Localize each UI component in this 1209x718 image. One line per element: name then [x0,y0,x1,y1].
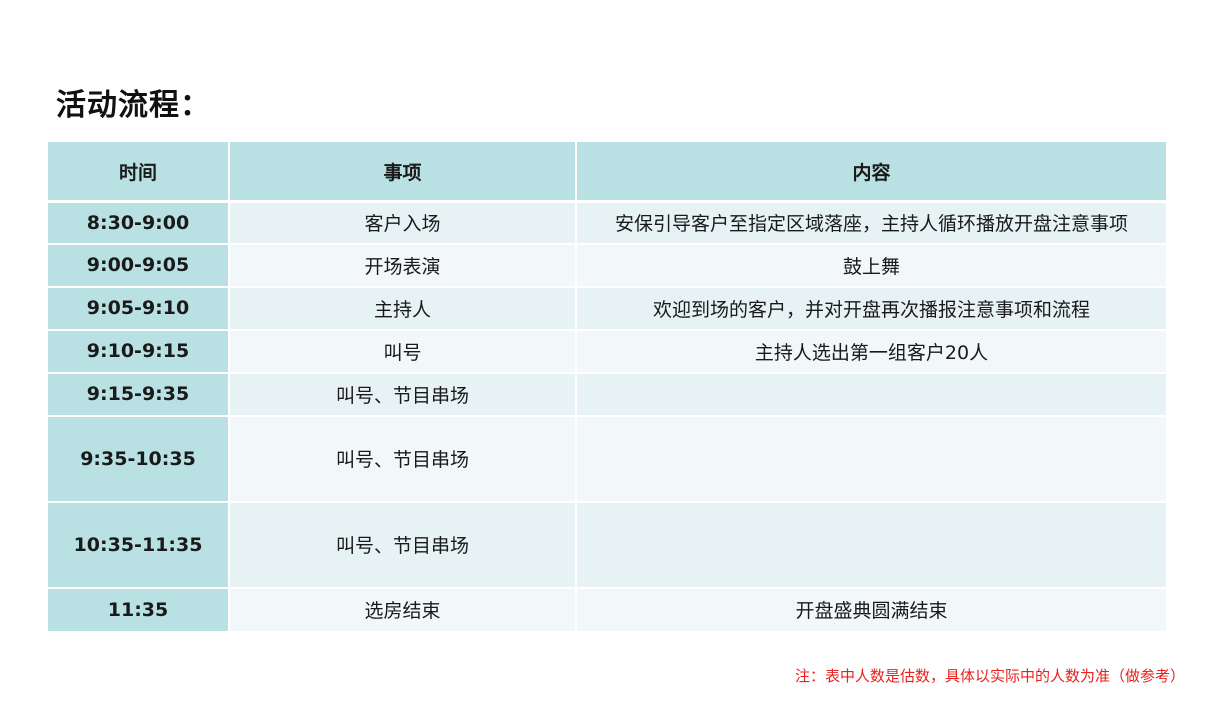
item-cell: 主持人 [228,285,576,330]
content-cell: 欢迎到场的客户，并对开盘再次播报注意事项和流程 [575,285,1166,330]
footnote: 注：表中人数是估数，具体以实际中的人数为准（做参考） [794,667,1185,685]
table-row: 9:35-10:35 叫号、节目串场 [48,414,1166,502]
time-cell: 11:35 [48,586,229,631]
item-cell: 叫号 [228,328,576,373]
time-cell: 9:35-10:35 [48,414,229,502]
time-cell: 9:00-9:05 [48,242,229,287]
content-cell [575,500,1166,588]
table-row: 10:35-11:35 叫号、节目串场 [48,500,1166,588]
table-row: 8:30-9:00 客户入场 安保引导客户至指定区域落座，主持人循环播放开盘注意… [48,200,1166,244]
time-cell: 9:10-9:15 [48,328,229,373]
item-cell: 开场表演 [228,242,576,287]
content-cell [575,371,1166,416]
item-cell: 选房结束 [228,586,576,631]
time-cell: 9:15-9:35 [48,371,229,416]
header-item: 事项 [228,142,576,203]
content-cell: 开盘盛典圆满结束 [575,586,1166,631]
header-content: 内容 [575,142,1166,203]
time-cell: 10:35-11:35 [48,500,229,588]
table-row: 9:10-9:15 叫号 主持人选出第一组客户20人 [48,328,1166,373]
table-row: 11:35 选房结束 开盘盛典圆满结束 [48,586,1166,631]
item-cell: 叫号、节目串场 [228,371,576,416]
header-time: 时间 [48,142,229,203]
item-cell: 叫号、节目串场 [228,500,576,588]
content-cell: 安保引导客户至指定区域落座，主持人循环播放开盘注意事项 [575,200,1166,244]
time-cell: 9:05-9:10 [48,285,229,330]
table-row: 9:15-9:35 叫号、节目串场 [48,371,1166,416]
item-cell: 客户入场 [228,200,576,244]
content-cell: 鼓上舞 [575,242,1166,287]
table-row: 9:00-9:05 开场表演 鼓上舞 [48,242,1166,287]
schedule-table: 时间 事项 内容 8:30-9:00 客户入场 安保引导客户至指定区域落座，主持… [48,142,1166,631]
item-cell: 叫号、节目串场 [228,414,576,502]
content-cell [575,414,1166,502]
content-cell: 主持人选出第一组客户20人 [575,328,1166,373]
table-header-row: 时间 事项 内容 [48,142,1166,203]
table-row: 9:05-9:10 主持人 欢迎到场的客户，并对开盘再次播报注意事项和流程 [48,285,1166,330]
time-cell: 8:30-9:00 [48,200,229,244]
page-title: 活动流程： [56,88,211,123]
